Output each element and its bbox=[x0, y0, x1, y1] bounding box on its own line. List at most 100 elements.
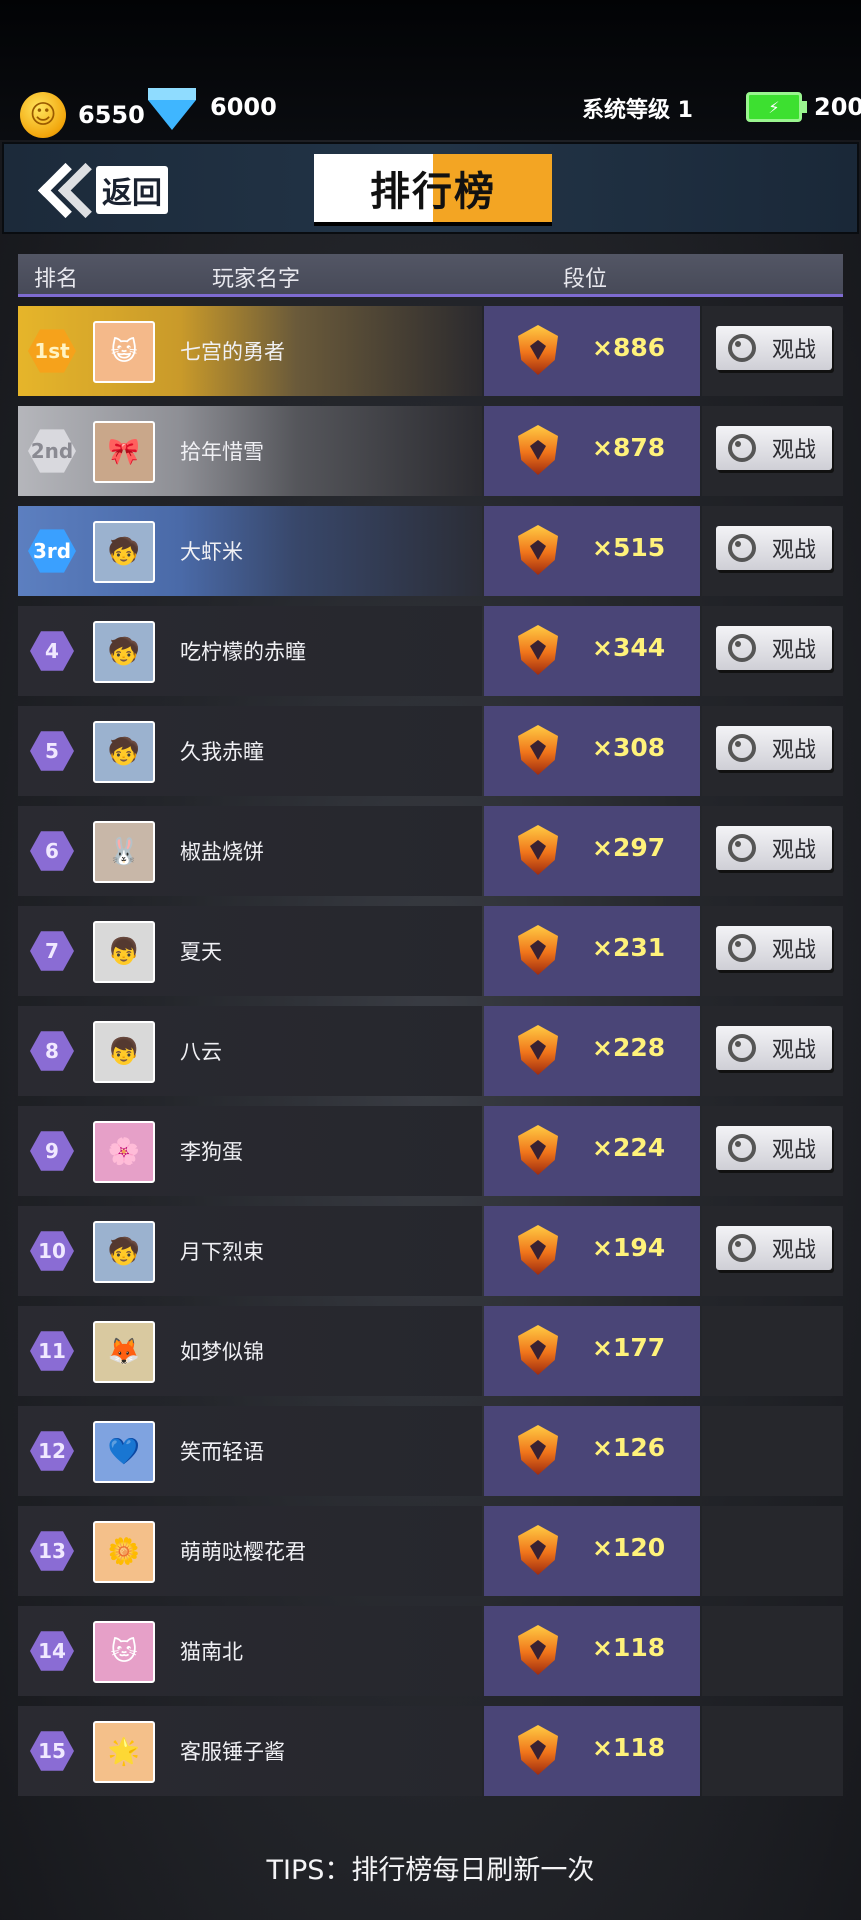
tier-score: ×228 bbox=[592, 1033, 666, 1062]
tier-cell: ×126 bbox=[484, 1406, 700, 1496]
tier-score: ×231 bbox=[592, 933, 666, 962]
action-cell bbox=[702, 1506, 843, 1596]
leaderboard-row: 11 🦊 如梦似锦 ×177 bbox=[18, 1306, 843, 1396]
watch-button[interactable]: 观战 bbox=[716, 426, 832, 470]
system-level-label: 系统等级 1 bbox=[582, 98, 693, 123]
player-name: 猫南北 bbox=[180, 1640, 243, 1664]
rank-crest-icon bbox=[518, 1725, 558, 1775]
player-name: 大虾米 bbox=[180, 540, 243, 564]
camera-icon bbox=[728, 834, 756, 862]
watch-label: 观战 bbox=[772, 1138, 817, 1163]
action-cell: 观战 bbox=[702, 406, 843, 496]
player-name: 如梦似锦 bbox=[180, 1340, 264, 1364]
rank-crest-icon bbox=[518, 1025, 558, 1075]
watch-button[interactable]: 观战 bbox=[716, 1126, 832, 1170]
player-cell: 2nd 🎀 拾年惜雪 bbox=[18, 406, 482, 496]
watch-button[interactable]: 观战 bbox=[716, 1226, 832, 1270]
tier-cell: ×297 bbox=[484, 806, 700, 896]
watch-button[interactable]: 观战 bbox=[716, 1026, 832, 1070]
tier-score: ×878 bbox=[592, 433, 666, 462]
player-cell: 11 🦊 如梦似锦 bbox=[18, 1306, 482, 1396]
watch-button[interactable]: 观战 bbox=[716, 526, 832, 570]
player-name: 笑而轻语 bbox=[180, 1440, 264, 1464]
watch-button[interactable]: 观战 bbox=[716, 626, 832, 670]
rank-badge: 1st bbox=[28, 329, 76, 373]
tier-cell: ×120 bbox=[484, 1506, 700, 1596]
camera-icon bbox=[728, 434, 756, 462]
leaderboard-row: 2nd 🎀 拾年惜雪 ×878 观战 bbox=[18, 406, 843, 496]
leaderboard-row: 1st 😺 七宫的勇者 ×886 观战 bbox=[18, 306, 843, 396]
rank-crest-icon bbox=[518, 725, 558, 775]
tier-score: ×177 bbox=[592, 1333, 666, 1362]
double-chevron-left-icon bbox=[32, 162, 114, 219]
tier-score: ×344 bbox=[592, 633, 666, 662]
action-cell: 观战 bbox=[702, 1006, 843, 1096]
watch-label: 观战 bbox=[772, 338, 817, 363]
watch-button[interactable]: 观战 bbox=[716, 326, 832, 370]
player-cell: 7 👦 夏天 bbox=[18, 906, 482, 996]
tier-score: ×515 bbox=[592, 533, 666, 562]
avatar: 😺 bbox=[93, 321, 155, 383]
leaderboard-row: 7 👦 夏天 ×231 观战 bbox=[18, 906, 843, 996]
player-cell: 12 💙 笑而轻语 bbox=[18, 1406, 482, 1496]
leaderboard-row: 14 🐱 猫南北 ×118 bbox=[18, 1606, 843, 1696]
rank-badge: 2nd bbox=[28, 429, 76, 473]
camera-icon bbox=[728, 934, 756, 962]
action-cell: 观战 bbox=[702, 506, 843, 596]
camera-icon bbox=[728, 1134, 756, 1162]
rank-crest-icon bbox=[518, 625, 558, 675]
tier-cell: ×118 bbox=[484, 1606, 700, 1696]
action-cell bbox=[702, 1706, 843, 1796]
avatar: 🧒 bbox=[93, 621, 155, 683]
player-cell: 13 🌼 萌萌哒樱花君 bbox=[18, 1506, 482, 1596]
watch-label: 观战 bbox=[772, 738, 817, 763]
tier-cell: ×344 bbox=[484, 606, 700, 696]
diamond-icon bbox=[148, 88, 196, 130]
camera-icon bbox=[728, 734, 756, 762]
watch-button[interactable]: 观战 bbox=[716, 926, 832, 970]
rank-crest-icon bbox=[518, 325, 558, 375]
header-tier: 段位 bbox=[563, 267, 608, 292]
rank-crest-icon bbox=[518, 1325, 558, 1375]
watch-button[interactable]: 观战 bbox=[716, 726, 832, 770]
energy-value: 200 bbox=[814, 93, 861, 121]
table-header: 排名 玩家名字 段位 bbox=[18, 254, 843, 297]
tier-score: ×194 bbox=[592, 1233, 666, 1262]
avatar: 💙 bbox=[93, 1421, 155, 1483]
rank-badge: 5 bbox=[30, 731, 74, 771]
rank-badge: 3rd bbox=[28, 529, 76, 573]
rank-badge: 14 bbox=[30, 1631, 74, 1671]
rank-badge: 7 bbox=[30, 931, 74, 971]
coin-value: 6550 bbox=[78, 101, 145, 129]
tier-score: ×224 bbox=[592, 1133, 666, 1162]
leaderboard-row: 12 💙 笑而轻语 ×126 bbox=[18, 1406, 843, 1496]
player-cell: 8 👦 八云 bbox=[18, 1006, 482, 1096]
leaderboard-row: 15 🌟 客服锤子酱 ×118 bbox=[18, 1706, 843, 1796]
tier-score: ×308 bbox=[592, 733, 666, 762]
leaderboard-list[interactable]: 1st 😺 七宫的勇者 ×886 观战 2nd 🎀 拾年惜雪 ×878 观战 3… bbox=[18, 306, 843, 1814]
back-button[interactable]: 返回 bbox=[32, 162, 168, 219]
player-cell: 3rd 🧒 大虾米 bbox=[18, 506, 482, 596]
action-cell: 观战 bbox=[702, 306, 843, 396]
avatar: 🧒 bbox=[93, 521, 155, 583]
gem-counter: 6000 bbox=[148, 88, 277, 130]
coin-counter: ☺ 6550 bbox=[20, 92, 145, 138]
rank-crest-icon bbox=[518, 1125, 558, 1175]
leaderboard-row: 6 🐰 椒盐烧饼 ×297 观战 bbox=[18, 806, 843, 896]
tier-score: ×886 bbox=[592, 333, 666, 362]
avatar: 🌸 bbox=[93, 1121, 155, 1183]
player-cell: 14 🐱 猫南北 bbox=[18, 1606, 482, 1696]
rank-badge: 10 bbox=[30, 1231, 74, 1271]
watch-label: 观战 bbox=[772, 1238, 817, 1263]
leaderboard-row: 10 🧒 月下烈束 ×194 观战 bbox=[18, 1206, 843, 1296]
camera-icon bbox=[728, 634, 756, 662]
watch-label: 观战 bbox=[772, 538, 817, 563]
tier-score: ×118 bbox=[592, 1733, 666, 1762]
player-cell: 1st 😺 七宫的勇者 bbox=[18, 306, 482, 396]
avatar: 👦 bbox=[93, 1021, 155, 1083]
tier-score: ×120 bbox=[592, 1533, 666, 1562]
player-name: 八云 bbox=[180, 1040, 222, 1064]
player-name: 久我赤瞳 bbox=[180, 740, 264, 764]
watch-button[interactable]: 观战 bbox=[716, 826, 832, 870]
leaderboard-row: 8 👦 八云 ×228 观战 bbox=[18, 1006, 843, 1096]
